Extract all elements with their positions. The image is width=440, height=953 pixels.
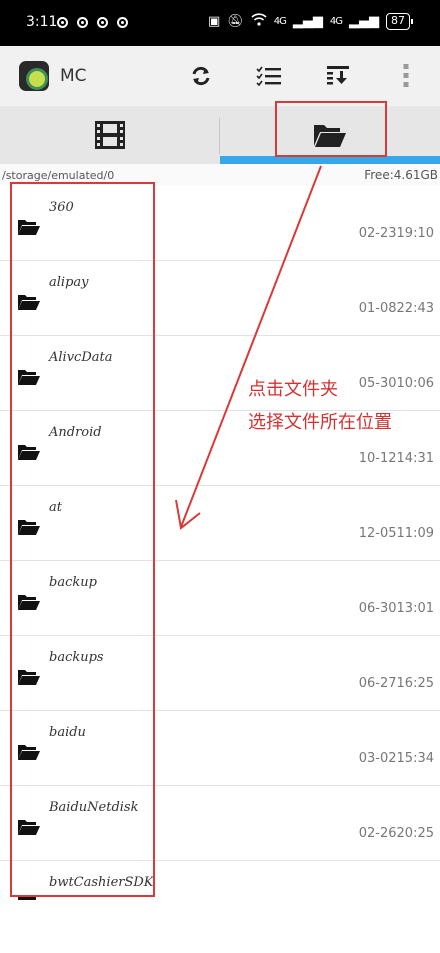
file-date: 03-0215:34 xyxy=(358,751,434,766)
tab-videos[interactable] xyxy=(0,106,220,164)
list-item[interactable]: bwtCashierSDK xyxy=(0,861,440,900)
notification-icon xyxy=(97,17,108,28)
list-item[interactable]: 360 02-2319:10 xyxy=(0,186,440,261)
download-list-icon[interactable] xyxy=(325,64,351,88)
folder-icon xyxy=(18,370,40,385)
file-name: alipay xyxy=(49,275,89,290)
file-name: baidu xyxy=(49,725,86,740)
free-space: Free:4.61GB xyxy=(364,168,438,182)
app-title: MC xyxy=(60,66,87,86)
file-name: backups xyxy=(49,650,104,665)
file-date: 06-2716:25 xyxy=(358,676,434,691)
file-name: backup xyxy=(49,575,97,590)
folder-icon xyxy=(18,670,40,685)
file-date: 01-0822:43 xyxy=(358,301,434,316)
file-date: 06-3013:01 xyxy=(358,601,434,616)
app-logo xyxy=(19,61,49,91)
list-item[interactable]: alipay 01-0822:43 xyxy=(0,261,440,336)
notification-icon xyxy=(57,17,68,28)
checklist-icon[interactable] xyxy=(256,64,282,88)
file-name: BaiduNetdisk xyxy=(49,800,139,815)
file-date: 05-3010:06 xyxy=(358,376,434,391)
file-name: AlivcData xyxy=(49,350,113,365)
folder-icon xyxy=(18,220,40,235)
folder-icon xyxy=(18,295,40,310)
status-icons: ▣ 🔕︎ 4G ▂▄▆ 4G ▂▄▆ 87 xyxy=(207,13,413,30)
current-path: /storage/emulated/0 xyxy=(2,169,115,182)
refresh-icon[interactable] xyxy=(188,64,214,88)
file-date: 10-1214:31 xyxy=(358,451,434,466)
signal-4g-icon-2: 4G xyxy=(329,16,343,27)
file-name: Android xyxy=(49,425,102,440)
annotation-text-line1: 点击文件夹 xyxy=(248,379,338,400)
mute-icon: 🔕︎ xyxy=(227,14,244,29)
file-list: 360 02-2319:10 alipay 01-0822:43 AlivcDa… xyxy=(0,186,440,900)
folder-icon xyxy=(18,445,40,460)
battery-level: 87 xyxy=(386,13,413,30)
nfc-icon: ▣ xyxy=(207,14,221,29)
notification-icon xyxy=(117,17,128,28)
notification-icon xyxy=(77,17,88,28)
list-item[interactable]: at 12-0511:09 xyxy=(0,486,440,561)
signal-4g-icon: 4G xyxy=(273,16,287,27)
notification-icons xyxy=(57,17,128,28)
signal-bars-icon: ▂▄▆ xyxy=(292,14,323,29)
signal-bars-icon-2: ▂▄▆ xyxy=(349,14,379,29)
list-item[interactable]: baidu 03-0215:34 xyxy=(0,711,440,786)
list-item[interactable]: backups 06-2716:25 xyxy=(0,636,440,711)
wifi-icon xyxy=(251,13,267,30)
folder-icon xyxy=(18,595,40,610)
file-name: bwtCashierSDK xyxy=(49,875,154,890)
file-name: at xyxy=(49,500,62,515)
file-date: 12-0511:09 xyxy=(358,526,434,541)
film-icon xyxy=(95,121,125,149)
list-item[interactable]: backup 06-3013:01 xyxy=(0,561,440,636)
folder-icon xyxy=(18,820,40,835)
folder-icon xyxy=(18,895,36,900)
list-item[interactable]: AlivcData 05-3010:06 xyxy=(0,336,440,411)
app-bar: MC xyxy=(0,46,440,106)
path-bar: /storage/emulated/0 Free:4.61GB xyxy=(0,164,440,186)
status-bar: 3:11 ▣ 🔕︎ 4G ▂▄▆ 4G ▂▄▆ 87 xyxy=(0,0,440,46)
folder-icon xyxy=(18,520,40,535)
file-name: 360 xyxy=(49,200,74,215)
status-time: 3:11 xyxy=(26,14,58,30)
file-date: 02-2319:10 xyxy=(358,226,434,241)
list-item[interactable]: BaiduNetdisk 02-2620:25 xyxy=(0,786,440,861)
annotation-text-line2: 选择文件所在位置 xyxy=(248,412,392,433)
more-vert-icon[interactable] xyxy=(393,64,419,88)
folder-icon xyxy=(18,745,40,760)
folder-open-icon xyxy=(314,125,346,147)
file-date: 02-2620:25 xyxy=(358,826,434,841)
active-tab-indicator xyxy=(220,156,440,164)
